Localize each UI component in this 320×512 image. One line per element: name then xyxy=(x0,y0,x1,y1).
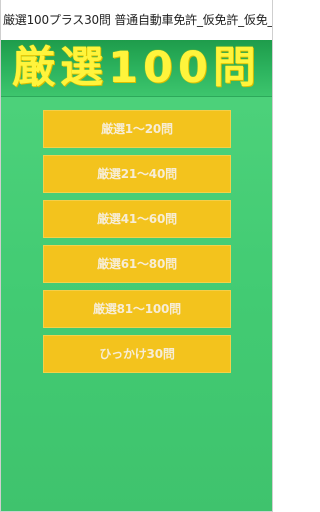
app-window: 厳選100プラス30問 普通自動車免許_仮免許_仮免_普 厳選100問 厳選1～… xyxy=(0,0,273,512)
menu-button-61-80[interactable]: 厳選61～80問 xyxy=(43,245,231,283)
window-title: 厳選100プラス30問 普通自動車免許_仮免許_仮免_普 xyxy=(3,13,272,27)
page-title: 厳選100問 xyxy=(12,43,261,93)
menu-button-1-20[interactable]: 厳選1～20問 xyxy=(43,110,231,148)
menu-button-41-60[interactable]: 厳選41～60問 xyxy=(43,200,231,238)
main-content: 厳選100問 厳選1～20問 厳選21～40問 厳選41～60問 厳選61～80… xyxy=(1,40,272,511)
menu-button-21-40[interactable]: 厳選21～40問 xyxy=(43,155,231,193)
title-bar: 厳選100プラス30問 普通自動車免許_仮免許_仮免_普 xyxy=(1,0,272,40)
menu-button-trick-30[interactable]: ひっかけ30問 xyxy=(43,335,231,373)
menu-button-81-100[interactable]: 厳選81～100問 xyxy=(43,290,231,328)
header-banner: 厳選100問 xyxy=(1,40,272,97)
